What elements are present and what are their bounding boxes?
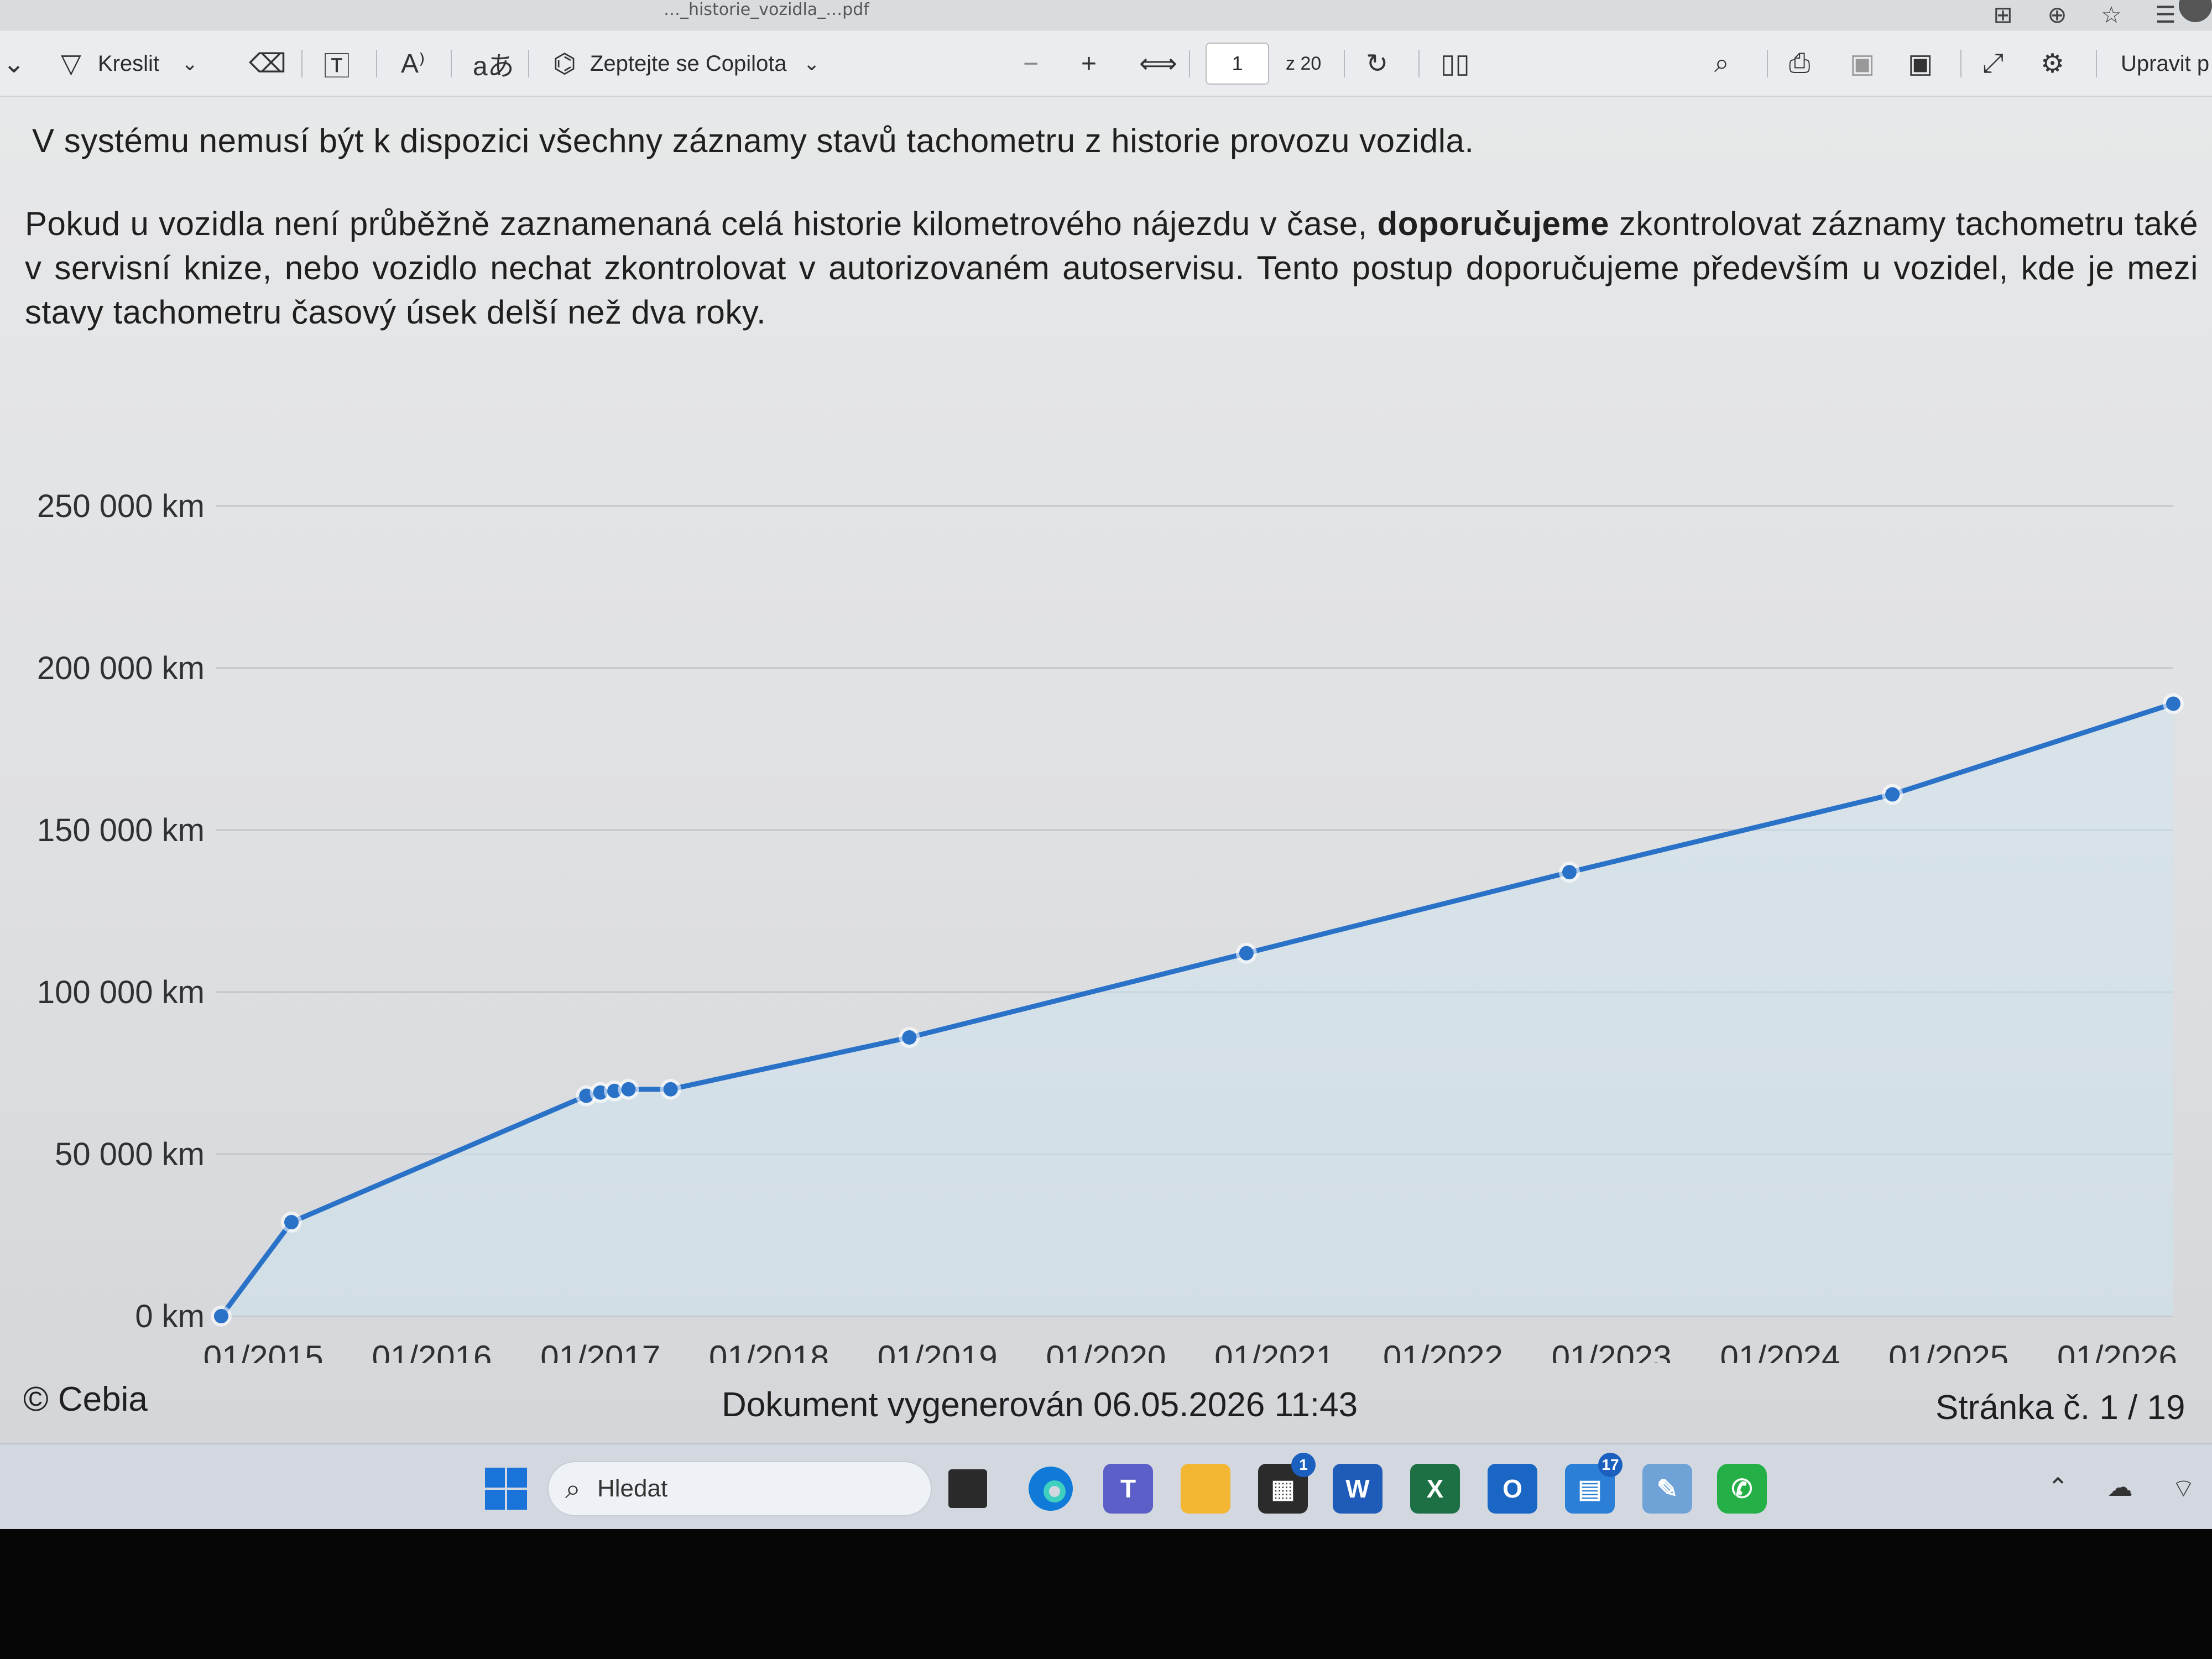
taskbar-search-label: Hledat — [597, 1475, 668, 1502]
profile-avatar[interactable] — [2179, 0, 2212, 22]
x-tick-label: 01/2025 — [1888, 1339, 2008, 1363]
favorites-list-icon[interactable]: ☰ — [2152, 1, 2179, 28]
x-tick-label: 01/2015 — [204, 1339, 324, 1363]
translate-icon[interactable]: aあ — [473, 30, 514, 97]
x-tick-label: 01/2018 — [709, 1339, 829, 1363]
store-badge: 1 — [1291, 1453, 1316, 1477]
data-point — [214, 1309, 228, 1323]
draw-tool[interactable]: ▽ Kreslit ⌄ — [61, 30, 198, 97]
page-view-icon[interactable]: ▯▯ — [1441, 30, 1470, 97]
teams-icon[interactable]: T — [1103, 1464, 1153, 1514]
paragraph-recommendation-bold: doporučujeme — [1377, 205, 1610, 242]
copilot-button[interactable]: ⌬ Zeptejte se Copilota ⌄ — [553, 30, 820, 97]
window-title: …_historie_vozidla_…pdf — [664, 0, 869, 19]
taskbar-search-input[interactable]: ⌕ Hledat — [547, 1461, 932, 1516]
outlook-icon[interactable]: O — [1488, 1464, 1537, 1514]
y-tick-label: 150 000 km — [37, 812, 205, 848]
app-badge: 17 — [1598, 1453, 1623, 1477]
data-point — [621, 1082, 636, 1097]
draw-label: Kreslit — [97, 51, 160, 76]
pdf-page: V systému nemusí být k dispozici všechny… — [0, 97, 2212, 1443]
pdf-toolbar: ⌄ ▽ Kreslit ⌄ ⌫ 🅃 A⁾ aあ ⌬ Zeptejte se Co… — [0, 30, 2212, 97]
draw-dropdown-chevron-icon[interactable]: ⌄ — [181, 52, 198, 75]
x-tick-label: 01/2021 — [1214, 1339, 1334, 1363]
read-aloud-icon[interactable]: A⁾ — [401, 30, 425, 97]
x-tick-label: 01/2022 — [1383, 1339, 1503, 1363]
wifi-icon[interactable]: ⌔ — [2172, 1472, 2195, 1504]
fit-width-icon[interactable]: ⟺ — [1139, 30, 1177, 97]
x-tick-label: 01/2026 — [2057, 1339, 2177, 1363]
x-tick-label: 01/2024 — [1720, 1339, 1840, 1363]
data-point — [663, 1082, 678, 1097]
y-tick-label: 200 000 km — [37, 650, 205, 686]
titlebar-icons: ⊞ ⊕ ☆ ☰ — [1990, 1, 2179, 28]
settings-gear-icon[interactable]: ⚙ — [2041, 30, 2064, 97]
collapse-chevron-icon[interactable]: ⌄ — [3, 30, 25, 97]
excel-icon[interactable]: X — [1410, 1464, 1460, 1514]
edge-browser-icon[interactable] — [1026, 1464, 1076, 1514]
page-number-input[interactable]: 1 — [1206, 43, 1269, 85]
data-point — [284, 1215, 299, 1230]
save-icon[interactable]: ▣ — [1850, 30, 1875, 97]
copilot-label: Zeptejte se Copilota — [589, 51, 787, 76]
chart-x-axis: 01/2015 01/2016 01/2017 01/2018 01/2019 01/20… — [204, 1339, 2177, 1363]
task-view-icon[interactable] — [948, 1469, 987, 1508]
save-as-icon[interactable]: ▣ — [1908, 30, 1933, 97]
fullscreen-icon[interactable]: ⤢ — [1983, 30, 2004, 97]
footer-generated-date: Dokument vygenerován 06.05.2026 11:43 — [722, 1386, 1358, 1424]
paint-icon[interactable]: ✎ — [1642, 1464, 1692, 1514]
favorite-star-icon[interactable]: ☆ — [2098, 1, 2125, 28]
footer-copyright: © Cebia — [23, 1380, 148, 1418]
data-point — [1885, 787, 1900, 802]
print-icon[interactable]: ⎙ — [1789, 30, 1810, 97]
x-tick-label: 01/2017 — [540, 1339, 660, 1363]
x-tick-label: 01/2020 — [1046, 1339, 1166, 1363]
x-tick-label: 01/2023 — [1552, 1339, 1672, 1363]
immersive-reader-icon[interactable]: ⊞ — [1990, 1, 2016, 28]
data-point — [902, 1030, 917, 1045]
footer-page-number: Stránka č. 1 / 19 — [1936, 1389, 2185, 1427]
eraser-icon[interactable]: ⌫ — [249, 30, 286, 97]
page-total: z 20 — [1286, 53, 1322, 74]
data-point — [1562, 865, 1577, 880]
rotate-icon[interactable]: ↻ — [1366, 30, 1388, 97]
paragraph-recommendation: Pokud u vozidla není průběžně zaznamenan… — [25, 202, 2198, 335]
onedrive-cloud-icon[interactable]: ☁ — [2107, 1472, 2133, 1504]
zoom-out-button[interactable]: − — [1023, 30, 1039, 97]
paragraph-availability: V systému nemusí být k dispozici všechny… — [32, 122, 1474, 159]
y-tick-label: 100 000 km — [37, 974, 205, 1010]
odometer-history-chart: 0 km 50 000 km 100 000 km 150 000 km 200 000… — [37, 488, 2184, 1363]
screen-bezel — [0, 1529, 2212, 1659]
draw-filter-icon: ▽ — [61, 49, 81, 79]
paragraph-recommendation-part1: Pokud u vozidla není průběžně zaznamenan… — [25, 205, 1378, 242]
whatsapp-icon[interactable]: ✆ — [1717, 1464, 1767, 1514]
search-magnifier-icon: ⌕ — [565, 1473, 581, 1504]
zoom-icon[interactable]: ⊕ — [2044, 1, 2070, 28]
y-tick-label: 250 000 km — [37, 488, 205, 524]
window-titlebar: …_historie_vozidla_…pdf ⊞ ⊕ ☆ ☰ — [0, 0, 2212, 30]
search-icon[interactable]: ⌕ — [1714, 30, 1729, 97]
copilot-chevron-icon: ⌄ — [803, 52, 820, 75]
notification-app-icon[interactable]: ▤ 17 — [1565, 1453, 1623, 1514]
microsoft-store-icon[interactable]: ▦ 1 — [1258, 1453, 1316, 1514]
zoom-in-button[interactable]: + — [1081, 30, 1097, 97]
windows-taskbar: ⌕ Hledat T ▦ 1 W X O ▤ 17 ✎ ✆ ⌃ ☁ ⌔ — [0, 1443, 2212, 1529]
word-icon[interactable]: W — [1333, 1464, 1383, 1514]
tray-chevron-up-icon[interactable]: ⌃ — [2047, 1472, 2069, 1504]
copilot-icon: ⌬ — [553, 49, 576, 79]
x-tick-label: 01/2016 — [372, 1339, 492, 1363]
data-point — [1239, 946, 1254, 961]
file-explorer-icon[interactable] — [1181, 1464, 1230, 1514]
edit-button[interactable]: Upravit p — [2121, 30, 2209, 97]
chart-y-axis: 0 km 50 000 km 100 000 km 150 000 km 200 000… — [37, 488, 205, 1334]
y-tick-label: 50 000 km — [55, 1136, 205, 1172]
system-tray: ⌃ ☁ ⌔ — [2047, 1472, 2195, 1504]
text-box-icon[interactable]: 🅃 — [324, 30, 350, 97]
x-tick-label: 01/2019 — [878, 1339, 998, 1363]
start-windows-icon[interactable] — [481, 1464, 531, 1514]
data-point — [2166, 696, 2180, 711]
y-tick-label: 0 km — [135, 1298, 205, 1334]
